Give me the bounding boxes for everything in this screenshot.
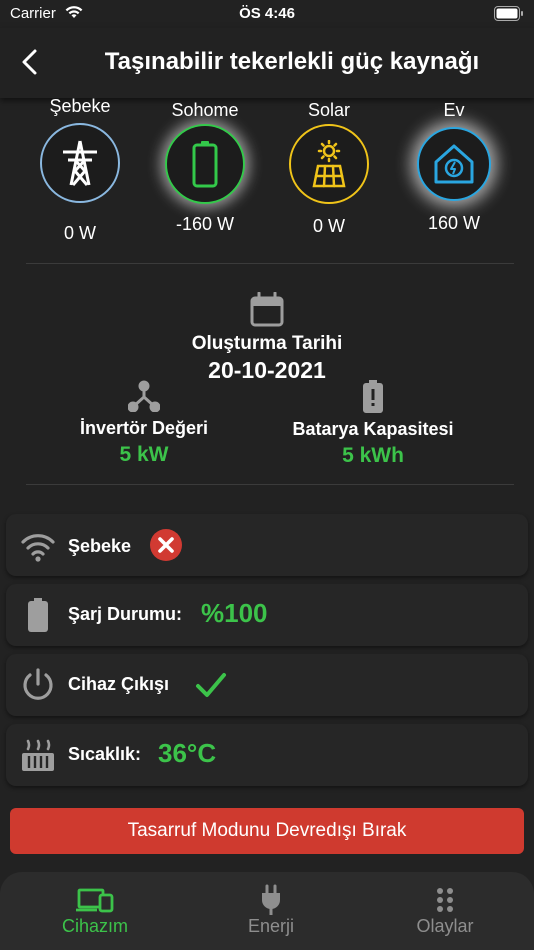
battery-alert-icon (363, 380, 383, 413)
tab-label: Olaylar (416, 916, 474, 936)
wifi-signal-icon (21, 534, 55, 562)
tab-events[interactable]: Olaylar (356, 872, 534, 950)
battery-capacity-value: 5 kWh (342, 444, 404, 467)
disable-saving-mode-button[interactable]: Tasarruf Modunu Devredışı Bırak (10, 808, 524, 854)
back-button[interactable] (14, 46, 46, 78)
device-output-label: Cihaz Çıkışı (68, 674, 170, 694)
flow-node-label: Sohome (171, 100, 239, 120)
status-row-grid: Şebeke (6, 514, 528, 576)
creation-date-block: Oluşturma Tarihi 20-10-2021 (0, 291, 534, 384)
inverter-label: İnvertör Değeri (79, 418, 209, 438)
status-row-temperature: Sıcaklık: 36°C (6, 724, 528, 786)
battery-icon (192, 141, 218, 188)
charge-status-value: %100 (201, 598, 268, 628)
inverter-icon (127, 380, 161, 413)
temperature-value: 36°C (158, 738, 217, 768)
status-bar: Carrier ÖS 4:46 (0, 0, 534, 28)
status-row-output: Cihaz Çıkışı (6, 654, 528, 716)
calendar-icon (250, 291, 284, 327)
flow-node-label: Solar (307, 100, 351, 120)
flow-node-value: 160 W (427, 213, 481, 233)
flow-node-circle (417, 127, 491, 201)
flow-node-value: 0 W (312, 216, 345, 236)
solar-panel-icon (312, 140, 346, 188)
plug-icon (262, 884, 280, 915)
tab-my-device[interactable]: Cihazım (6, 872, 184, 950)
chevron-left-icon (22, 49, 37, 75)
tab-energy[interactable]: Enerji (182, 872, 360, 950)
flow-node-home[interactable]: Ev 160 W (404, 100, 504, 234)
dots-grid-icon (437, 888, 453, 912)
battery-full-icon (28, 598, 48, 632)
flow-node-label: Ev (443, 100, 465, 120)
inverter-value: 5 kW (119, 443, 169, 466)
page-title: Taşınabilir tekerlekli güç kaynağı (104, 48, 480, 75)
created-label: Oluşturma Tarihi (191, 333, 343, 354)
navigation-bar: Taşınabilir tekerlekli güç kaynağı (0, 28, 534, 98)
flow-node-circle (289, 124, 369, 204)
tab-label: Cihazım (61, 916, 128, 936)
flow-node-label: Şebeke (49, 96, 111, 116)
divider (26, 484, 514, 485)
flow-node-value: -160 W (175, 214, 235, 234)
grid-status-label: Şebeke (68, 536, 132, 556)
power-icon (23, 668, 53, 700)
disconnected-x-icon (150, 529, 182, 561)
flow-node-circle (165, 124, 245, 204)
flow-node-value: 0 W (63, 223, 96, 243)
battery-capacity-block: Batarya Kapasitesi 5 kWh (278, 380, 468, 468)
smart-home-icon (434, 144, 474, 184)
tab-bar: Cihazım Enerji Olaylar (0, 872, 534, 950)
flow-node-circle (40, 123, 120, 203)
status-battery-icon (494, 6, 524, 25)
status-row-charge: Şarj Durumu: %100 (6, 584, 528, 646)
battery-capacity-label: Batarya Kapasitesi (292, 419, 454, 439)
flow-node-solar[interactable]: Solar 0 W (279, 100, 379, 237)
temperature-label: Sıcaklık: (68, 744, 142, 764)
transmission-tower-icon (63, 140, 97, 186)
tab-label: Enerji (247, 916, 295, 936)
heater-icon (22, 739, 54, 771)
flow-node-sohome[interactable]: Sohome -160 W (155, 100, 255, 235)
checkmark-icon (196, 673, 226, 697)
divider (26, 263, 514, 264)
inverter-block: İnvertör Değeri 5 kW (54, 380, 234, 467)
charge-status-label: Şarj Durumu: (68, 604, 183, 624)
clock: ÖS 4:46 (239, 5, 295, 22)
devices-icon (76, 888, 114, 913)
flow-node-grid[interactable]: Şebeke 0 W (30, 96, 130, 244)
